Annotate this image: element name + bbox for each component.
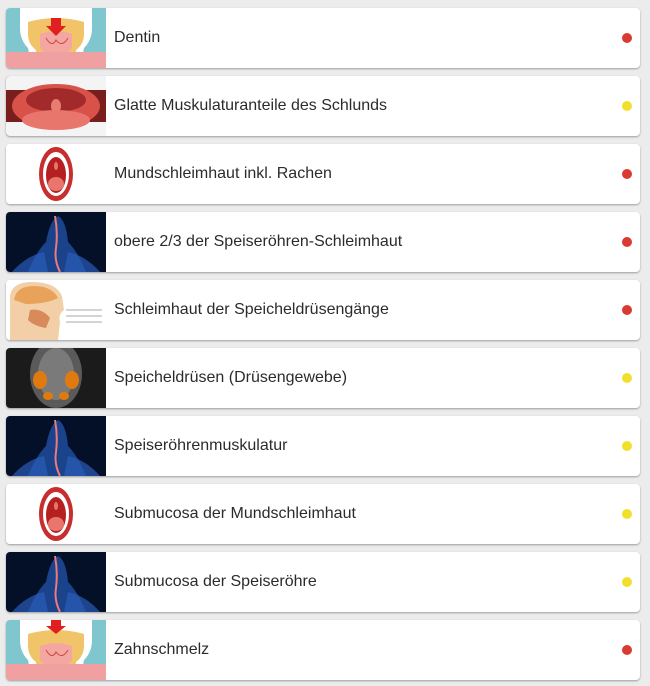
tooth-enamel-icon bbox=[6, 620, 106, 680]
item-label: Zahnschmelz bbox=[114, 641, 210, 658]
list-item-mundschleimhaut[interactable]: Mundschleimhaut inkl. Rachen bbox=[6, 144, 640, 204]
item-label: Dentin bbox=[114, 29, 161, 46]
esophagus-body-icon bbox=[6, 552, 106, 612]
item-label: Submucosa der Speiseröhre bbox=[114, 573, 317, 590]
status-dot bbox=[622, 373, 632, 383]
list-item-speiseroehrenmuskulatur[interactable]: Speiseröhrenmuskulatur bbox=[6, 416, 640, 476]
open-mouth-icon bbox=[6, 484, 106, 544]
esophagus-body-icon bbox=[6, 416, 106, 476]
item-label: Glatte Muskulaturanteile des Schlunds bbox=[114, 97, 388, 114]
esophagus-body-icon bbox=[6, 212, 106, 272]
item-label: Speiseröhrenmuskulatur bbox=[114, 437, 288, 454]
head-section-icon bbox=[6, 280, 106, 340]
list-item-zahnschmelz[interactable]: Zahnschmelz bbox=[6, 620, 640, 680]
item-label: obere 2/3 der Speiseröhren-Schleimhaut bbox=[114, 233, 403, 250]
throat-pharynx-icon bbox=[6, 76, 106, 136]
open-mouth-icon bbox=[6, 144, 106, 204]
item-label: Submucosa der Mundschleimhaut bbox=[114, 505, 356, 522]
status-dot bbox=[622, 577, 632, 587]
item-list: Dentin Glatte Muskulaturanteile des Schl… bbox=[0, 0, 650, 686]
item-label: Speicheldrüsen (Drüsengewebe) bbox=[114, 369, 348, 386]
list-item-obere-speiseroehre[interactable]: obere 2/3 der Speiseröhren-Schleimhaut bbox=[6, 212, 640, 272]
status-dot bbox=[622, 169, 632, 179]
list-item-speicheldruesen[interactable]: Speicheldrüsen (Drüsengewebe) bbox=[6, 348, 640, 408]
tooth-dentin-icon bbox=[6, 8, 106, 68]
list-item-glatte-muskulatur[interactable]: Glatte Muskulaturanteile des Schlunds bbox=[6, 76, 640, 136]
list-item-submucosa-mundschleimhaut[interactable]: Submucosa der Mundschleimhaut bbox=[6, 484, 640, 544]
status-dot bbox=[622, 33, 632, 43]
item-label: Mundschleimhaut inkl. Rachen bbox=[114, 165, 332, 182]
item-label: Schleimhaut der Speicheldrüsengänge bbox=[114, 301, 389, 318]
face-salivary-glands-icon bbox=[6, 348, 106, 408]
status-dot bbox=[622, 237, 632, 247]
status-dot bbox=[622, 441, 632, 451]
status-dot bbox=[622, 645, 632, 655]
status-dot bbox=[622, 305, 632, 315]
list-item-schleimhaut-speicheldruesen[interactable]: Schleimhaut der Speicheldrüsengänge bbox=[6, 280, 640, 340]
list-item-dentin[interactable]: Dentin bbox=[6, 8, 640, 68]
list-item-submucosa-speiseroehre[interactable]: Submucosa der Speiseröhre bbox=[6, 552, 640, 612]
status-dot bbox=[622, 509, 632, 519]
status-dot bbox=[622, 101, 632, 111]
